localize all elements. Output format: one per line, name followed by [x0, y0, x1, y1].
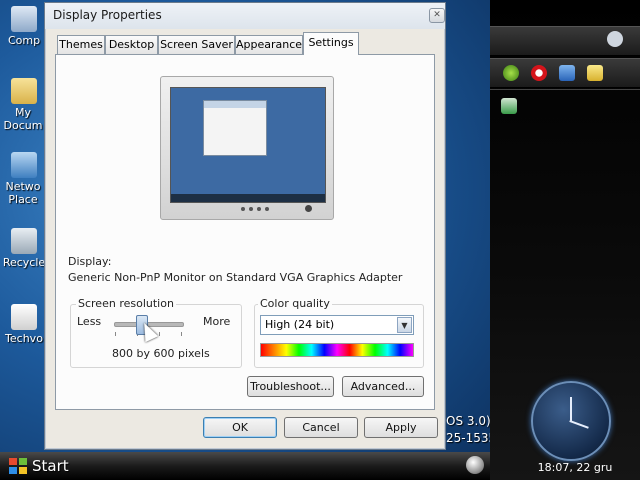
- folder-icon[interactable]: [587, 65, 603, 81]
- chevron-down-icon[interactable]: ▼: [397, 317, 412, 333]
- opera-icon[interactable]: [531, 65, 547, 81]
- display-label: Display:: [68, 255, 112, 268]
- color-quality-title: Color quality: [258, 297, 332, 310]
- advanced-button[interactable]: Advanced...: [342, 376, 424, 397]
- tab-label: Themes: [59, 38, 103, 51]
- screen-resolution-title: Screen resolution: [76, 297, 176, 310]
- tab-label: Appearance: [236, 38, 303, 51]
- desktop-icon-documents[interactable]: My Docum: [0, 78, 48, 132]
- tab-screen-saver[interactable]: Screen Saver: [158, 35, 235, 54]
- desktop-icon-network[interactable]: Netwo Place: [0, 152, 48, 206]
- start-button[interactable]: Start: [4, 454, 78, 478]
- monitor-preview: [160, 76, 334, 220]
- ok-button[interactable]: OK: [203, 417, 277, 438]
- security-icon[interactable]: [501, 98, 517, 114]
- troubleshoot-button[interactable]: Troubleshoot...: [247, 376, 334, 397]
- background-text-build: 25-1535: [446, 431, 497, 445]
- tab-label: Settings: [308, 36, 354, 49]
- monitor-icon[interactable]: [559, 65, 575, 81]
- desktop-icon-label: Comp: [7, 34, 41, 47]
- desktop-icon-label: Netwo Place: [5, 180, 41, 206]
- color-quality-select[interactable]: High (24 bit) ▼: [260, 315, 414, 335]
- analog-clock: [531, 381, 611, 461]
- tab-desktop[interactable]: Desktop: [105, 35, 158, 54]
- tray-orb-icon[interactable]: [466, 456, 484, 474]
- resolution-value: 800 by 600 pixels: [112, 347, 210, 360]
- color-spectrum-bar: [260, 343, 414, 357]
- cancel-button[interactable]: Cancel: [284, 417, 358, 438]
- color-quality-group: [254, 304, 424, 368]
- background-text-version: OS 3.0): [446, 414, 491, 428]
- tab-themes[interactable]: Themes: [57, 35, 105, 54]
- network-icon: [11, 152, 37, 178]
- desktop-icon-label: Techvo: [5, 332, 43, 345]
- clock-date-time: 18:07, 22 gru: [537, 461, 613, 474]
- monitor-screen: [170, 87, 326, 203]
- tab-settings[interactable]: Settings: [303, 32, 359, 55]
- display-value: Generic Non-PnP Monitor on Standard VGA …: [68, 271, 403, 284]
- preview-window: [203, 100, 267, 156]
- power-button-icon: [305, 205, 312, 212]
- desktop-icon-label: My Docum: [3, 106, 43, 132]
- clock-minute-hand: [570, 397, 572, 421]
- clock-hour-hand: [569, 420, 589, 429]
- preview-taskbar: [171, 194, 325, 202]
- start-label: Start: [32, 457, 69, 475]
- document-icon: [11, 304, 37, 330]
- desktop-icon-label: Recycle: [2, 256, 46, 269]
- sidebar-divider: [490, 89, 640, 90]
- resolution-less-label: Less: [77, 315, 102, 328]
- windows-flag-icon: [9, 458, 27, 474]
- resolution-more-label: More: [203, 315, 231, 328]
- color-quality-selected: High (24 bit): [265, 318, 335, 331]
- recycle-bin-icon: [11, 228, 37, 254]
- dialog-titlebar[interactable]: Display Properties ✕: [45, 3, 445, 29]
- close-button[interactable]: ✕: [429, 8, 445, 23]
- tab-label: Desktop: [108, 38, 155, 51]
- close-icon: ✕: [433, 10, 441, 20]
- chat-icon[interactable]: [607, 31, 623, 47]
- tab-appearance[interactable]: Appearance: [235, 35, 303, 54]
- apply-button[interactable]: Apply: [364, 417, 438, 438]
- tab-label: Screen Saver: [160, 38, 233, 51]
- dialog-title: Display Properties: [53, 8, 162, 22]
- desktop-icon-recycle[interactable]: Recycle: [0, 228, 48, 269]
- desktop-icon-techvo[interactable]: Techvo: [0, 304, 48, 345]
- desktop-icon-computer[interactable]: Comp: [0, 6, 48, 47]
- globe-icon[interactable]: [503, 65, 519, 81]
- computer-icon: [11, 6, 37, 32]
- folder-icon: [11, 78, 37, 104]
